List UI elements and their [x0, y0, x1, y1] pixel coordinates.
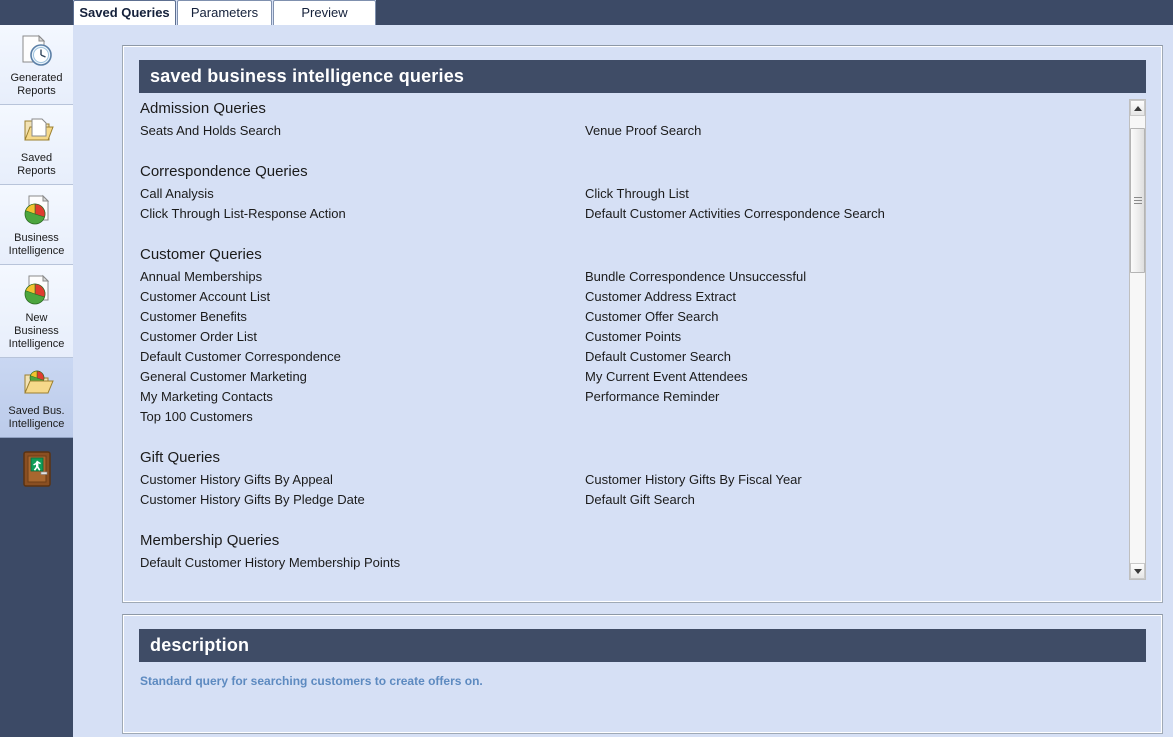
query-row: My Marketing Contacts Performance Remind… [139, 387, 1131, 407]
query-row: Default Customer Correspondence Default … [139, 347, 1131, 367]
sidebar-item-label: Saved Reports [17, 152, 56, 177]
topbar-left-filler [0, 0, 73, 25]
query-group-correspondence: Correspondence Queries Call Analysis Cli… [139, 162, 1131, 224]
query-group-title: Customer Queries [140, 246, 262, 263]
query-row: Seats And Holds Search Venue Proof Searc… [139, 121, 1131, 141]
query-link[interactable] [584, 407, 1104, 427]
query-link[interactable]: Default Customer Correspondence [139, 347, 584, 367]
query-link[interactable]: Bundle Correspondence Unsuccessful [584, 267, 1104, 287]
saved-queries-panel: saved business intelligence queries Admi… [122, 45, 1163, 603]
query-link[interactable]: Customer History Gifts By Pledge Date [139, 490, 584, 510]
chevron-down-icon [1133, 568, 1142, 574]
query-link[interactable]: Default Gift Search [584, 490, 1104, 510]
queries-vertical-scrollbar[interactable] [1129, 99, 1146, 580]
chevron-up-icon [1133, 105, 1142, 111]
saved-business-intelligence-folder-icon [2, 364, 71, 404]
sidebar: Generated Reports Saved Reports Business… [0, 25, 73, 737]
grip-icon [1134, 196, 1142, 205]
query-link[interactable]: Click Through List [584, 184, 1104, 204]
business-intelligence-icon [2, 191, 71, 231]
tab-strip: Saved Queries Parameters Preview [73, 0, 376, 25]
query-row: Click Through List-Response Action Defau… [139, 204, 1131, 224]
exit-door-icon [20, 449, 54, 494]
query-link[interactable]: Click Through List-Response Action [139, 204, 584, 224]
query-row: Annual Memberships Bundle Correspondence… [139, 267, 1131, 287]
saved-reports-folder-icon [2, 111, 71, 151]
queries-scroll-viewport: Admission Queries Seats And Holds Search… [139, 99, 1131, 580]
query-group-membership: Membership Queries Default Customer Hist… [139, 531, 1131, 573]
sidebar-item-label: Business Intelligence [8, 232, 65, 257]
query-link[interactable] [584, 553, 1104, 573]
application-window: Saved Queries Parameters Preview Generat… [0, 0, 1173, 737]
query-link[interactable]: Customer Benefits [139, 307, 584, 327]
query-link[interactable]: Customer History Gifts By Appeal [139, 470, 584, 490]
query-link[interactable]: Default Customer History Membership Poin… [139, 553, 584, 573]
generated-reports-icon [2, 31, 71, 71]
sidebar-item-label: New Business Intelligence [8, 312, 65, 350]
query-row: Customer History Gifts By Appeal Custome… [139, 470, 1131, 490]
query-row: Default Customer History Membership Poin… [139, 553, 1131, 573]
query-group-admission: Admission Queries Seats And Holds Search… [139, 99, 1131, 141]
description-text: Standard query for searching customers t… [140, 674, 483, 688]
query-row: General Customer Marketing My Current Ev… [139, 367, 1131, 387]
sidebar-item-label: Saved Bus. Intelligence [8, 405, 65, 430]
tab-parameters[interactable]: Parameters [177, 0, 272, 25]
query-link[interactable]: Customer Points [584, 327, 1104, 347]
sidebar-item-saved-reports[interactable]: Saved Reports [0, 105, 73, 185]
query-group-title: Admission Queries [140, 100, 266, 117]
description-panel-title: description [139, 629, 1146, 662]
sidebar-item-label: Generated Reports [10, 72, 63, 97]
topbar-right-filler [376, 0, 1173, 25]
query-link[interactable]: My Marketing Contacts [139, 387, 584, 407]
query-link[interactable]: Customer Offer Search [584, 307, 1104, 327]
new-business-intelligence-icon [2, 271, 71, 311]
query-row: Customer Account List Customer Address E… [139, 287, 1131, 307]
query-row: Customer Benefits Customer Offer Search [139, 307, 1131, 327]
query-link[interactable]: My Current Event Attendees [584, 367, 1104, 387]
sidebar-item-generated-reports[interactable]: Generated Reports [0, 25, 73, 105]
saved-queries-panel-title: saved business intelligence queries [139, 60, 1146, 93]
query-link[interactable]: Top 100 Customers [139, 407, 584, 427]
tab-saved-queries[interactable]: Saved Queries [73, 0, 176, 25]
sidebar-item-business-intelligence[interactable]: Business Intelligence [0, 185, 73, 265]
description-panel: description Standard query for searching… [122, 614, 1163, 734]
main-content: saved business intelligence queries Admi… [73, 25, 1173, 737]
query-link[interactable]: Venue Proof Search [584, 121, 1104, 141]
tab-preview[interactable]: Preview [273, 0, 376, 25]
query-group-title: Membership Queries [140, 532, 280, 549]
query-link[interactable]: Customer Account List [139, 287, 584, 307]
query-link[interactable]: Annual Memberships [139, 267, 584, 287]
query-row: Customer History Gifts By Pledge Date De… [139, 490, 1131, 510]
query-link[interactable]: Customer Order List [139, 327, 584, 347]
scrollbar-thumb[interactable] [1130, 128, 1145, 273]
query-link[interactable]: Call Analysis [139, 184, 584, 204]
query-row: Customer Order List Customer Points [139, 327, 1131, 347]
query-row: Top 100 Customers [139, 407, 1131, 427]
query-group-customer: Customer Queries Annual Memberships Bund… [139, 245, 1131, 427]
query-link[interactable]: Seats And Holds Search [139, 121, 584, 141]
query-link[interactable]: Performance Reminder [584, 387, 1104, 407]
query-link[interactable]: Default Customer Search [584, 347, 1104, 367]
scrollbar-track[interactable] [1130, 116, 1145, 563]
query-link[interactable]: Customer History Gifts By Fiscal Year [584, 470, 1104, 490]
query-link[interactable]: Customer Address Extract [584, 287, 1104, 307]
query-group-title: Correspondence Queries [140, 163, 308, 180]
query-group-gift: Gift Queries Customer History Gifts By A… [139, 448, 1131, 510]
scroll-up-button[interactable] [1130, 100, 1145, 116]
scroll-down-button[interactable] [1130, 563, 1145, 579]
queries-list: Admission Queries Seats And Holds Search… [139, 99, 1131, 573]
sidebar-item-list: Generated Reports Saved Reports Business… [0, 25, 73, 438]
query-row: Call Analysis Click Through List [139, 184, 1131, 204]
sidebar-item-new-business-intelligence[interactable]: New Business Intelligence [0, 265, 73, 358]
query-group-title: Gift Queries [140, 449, 221, 466]
sidebar-exit-button[interactable] [0, 438, 73, 504]
query-link[interactable]: General Customer Marketing [139, 367, 584, 387]
sidebar-item-saved-business-intelligence[interactable]: Saved Bus. Intelligence [0, 358, 73, 438]
query-link[interactable]: Default Customer Activities Corresponden… [584, 204, 1104, 224]
